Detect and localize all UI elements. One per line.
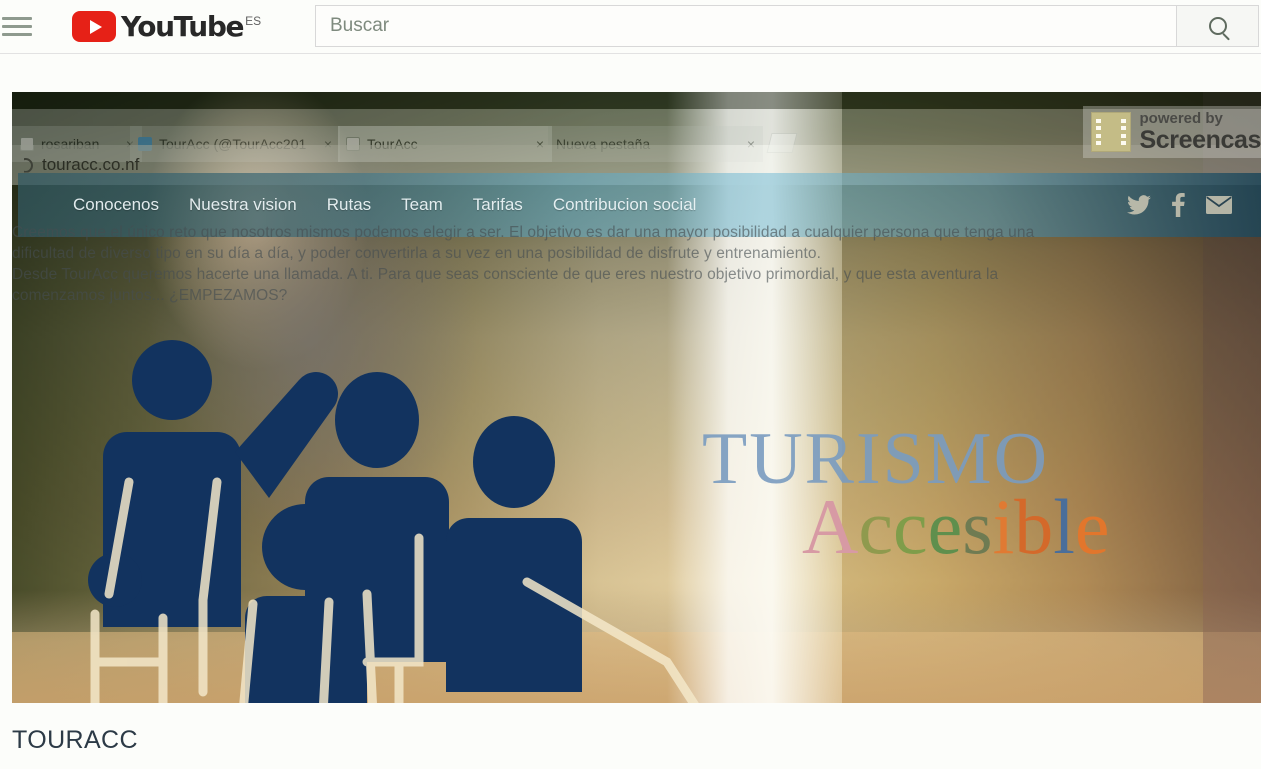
hamburger-line — [2, 33, 32, 36]
site-nav-item-contribucion-social[interactable]: Contribucion social — [553, 195, 697, 215]
youtube-country-code: ES — [245, 14, 262, 28]
site-copy-line: Desde TourAcc queremos hacerte una llama… — [12, 266, 999, 283]
watermark-powered-by: powered by — [1139, 110, 1223, 127]
site-copy-line: comenzamos juntos... ¿EMPEZAMOS? — [12, 287, 288, 304]
site-body-copy: Creemos que el único reto que nosotros m… — [12, 222, 1147, 306]
youtube-header: YouTube ES — [0, 0, 1261, 54]
hamburger-line — [2, 25, 32, 28]
twitter-icon[interactable] — [1127, 195, 1151, 215]
headline-letter: c — [892, 483, 928, 571]
search-button[interactable] — [1177, 5, 1259, 47]
watermark-product-name: Screencas — [1139, 125, 1261, 154]
youtube-logo[interactable]: YouTube ES — [72, 11, 261, 42]
headline-letter: e — [1074, 483, 1110, 571]
hamburger-menu-icon[interactable] — [2, 14, 36, 40]
video-player[interactable]: rosariban × TourAcc (@TourAcc201 × TourA… — [12, 92, 1261, 703]
search-input[interactable] — [315, 5, 1177, 47]
hamburger-line — [2, 17, 32, 20]
browser-tabstrip: rosariban × TourAcc (@TourAcc201 × TourA… — [12, 109, 1261, 162]
page-info-icon — [24, 157, 33, 173]
headline-letter: A — [802, 483, 859, 571]
site-nav-item-tarifas[interactable]: Tarifas — [473, 195, 523, 215]
search-bar — [315, 5, 1259, 47]
headline-letter: b — [1014, 483, 1054, 571]
email-icon[interactable] — [1205, 195, 1233, 215]
site-nav-item-conocenos[interactable]: Conocenos — [73, 195, 159, 215]
film-strip-icon — [1090, 112, 1131, 152]
site-social-links — [1127, 193, 1233, 217]
headline-letter: e — [927, 483, 963, 571]
browser-titlebar — [12, 92, 1261, 109]
headline-letter: i — [992, 483, 1015, 571]
facebook-icon[interactable] — [1171, 193, 1185, 217]
site-nav-items: Conocenos Nuestra vision Rutas Team Tari… — [73, 195, 696, 215]
headline-letter: l — [1053, 483, 1075, 571]
screencast-watermark: powered by Screencas — [1082, 106, 1261, 158]
headline-letter: c — [858, 483, 893, 571]
video-title[interactable]: TOURACC — [12, 726, 138, 755]
youtube-play-icon — [72, 11, 116, 42]
site-headline-accesible: Accesible — [802, 483, 1110, 571]
site-headline-turismo: TURISMO — [702, 418, 1050, 500]
accessibility-figures-graphic — [67, 332, 747, 703]
site-nav-item-rutas[interactable]: Rutas — [327, 195, 371, 215]
youtube-logo-text: YouTube — [121, 9, 244, 43]
site-copy-line: Creemos que el único reto que nosotros m… — [12, 224, 1035, 241]
headline-letter: s — [962, 483, 993, 571]
search-icon — [1208, 17, 1227, 35]
browser-url-text: touracc.co.nf — [42, 155, 140, 174]
site-headline: TURISMO Accesible — [702, 418, 1110, 571]
site-copy-line: dificultad de diverso tipo en su día a d… — [12, 245, 822, 262]
site-nav-item-team[interactable]: Team — [401, 195, 443, 215]
site-nav-item-nuestra-vision[interactable]: Nuestra vision — [189, 195, 297, 215]
